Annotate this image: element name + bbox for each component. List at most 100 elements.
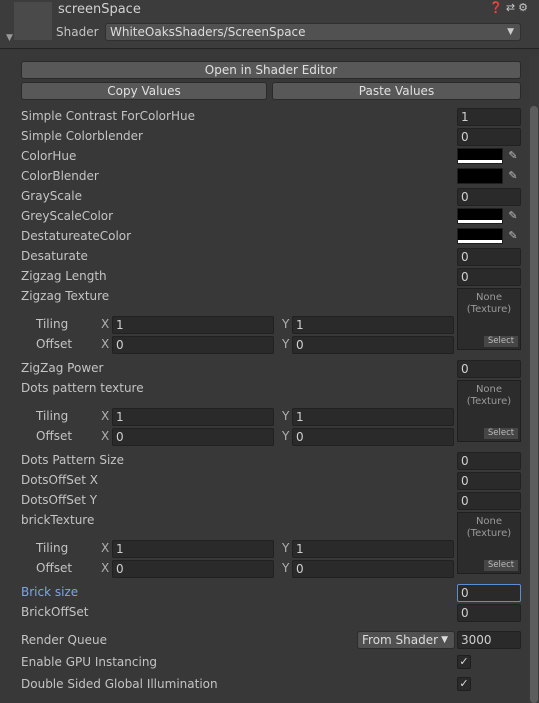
simple-colorblender-label: Simple Colorblender (21, 129, 143, 143)
axis-y-label: Y (282, 337, 290, 351)
help-icon[interactable]: ❓ (489, 1, 506, 14)
destaturate-swatch[interactable] (457, 228, 503, 244)
tiling-label: Tiling (36, 409, 69, 423)
render-queue-label: Render Queue (21, 633, 107, 647)
scrollbar-thumb[interactable] (530, 106, 538, 703)
render-queue-dropdown[interactable]: From Shader ▼ (357, 631, 455, 649)
select-button[interactable]: Select (484, 560, 518, 571)
tiling-x-field[interactable]: 1 (112, 408, 274, 426)
axis-x-label: X (101, 429, 110, 443)
zigzag-length-label: Zigzag Length (21, 269, 107, 283)
eyedropper-icon[interactable]: ✎ (505, 168, 521, 184)
shader-dropdown[interactable]: WhiteOaksShaders/ScreenSpace ▼ (105, 23, 521, 41)
colorblender-label: ColorBlender (21, 169, 99, 183)
tiling-x-field[interactable]: 1 (112, 540, 274, 558)
greyscalecolor-label: GreyScaleColor (21, 209, 114, 223)
axis-x-label: X (101, 337, 110, 351)
dots-size-label: Dots Pattern Size (21, 453, 124, 467)
brick-offset-label: BrickOffSet (21, 605, 89, 619)
zigzag-texture-label: Zigzag Texture (21, 289, 110, 303)
simple-colorblender-field[interactable]: 0 (457, 128, 521, 146)
select-button[interactable]: Select (484, 428, 518, 439)
copy-values-button[interactable]: Copy Values (21, 82, 267, 100)
colorhue-label: ColorHue (21, 149, 77, 163)
brick-offset-field[interactable]: 0 (457, 604, 521, 622)
dots-offx-field[interactable]: 0 (457, 472, 521, 490)
zigzag-power-label: ZigZag Power (21, 361, 104, 375)
brick-texture-slot[interactable]: None (Texture) Select (457, 512, 521, 574)
select-button[interactable]: Select (484, 336, 518, 347)
colorhue-swatch[interactable] (457, 148, 503, 164)
greyscalecolor-swatch[interactable] (457, 208, 503, 224)
dots-offy-label: DotsOffSet Y (21, 493, 98, 507)
divider (0, 48, 539, 49)
open-shader-editor-button[interactable]: Open in Shader Editor (21, 61, 521, 79)
axis-x-label: X (101, 541, 110, 555)
offset-y-field[interactable]: 0 (292, 428, 454, 446)
offset-label: Offset (36, 337, 73, 351)
texture-none-label: None (Texture) (466, 292, 512, 315)
offset-x-field[interactable]: 0 (112, 428, 274, 446)
brick-size-label: Brick size (21, 585, 79, 599)
simple-contrast-field[interactable]: 1 (457, 108, 521, 126)
shader-label: Shader (56, 25, 99, 39)
offset-x-field[interactable]: 0 (112, 336, 274, 354)
double-sided-gi-label: Double Sided Global Illumination (21, 677, 218, 691)
offset-label: Offset (36, 561, 73, 575)
zigzag-power-field[interactable]: 0 (457, 360, 521, 378)
tiling-y-field[interactable]: 1 (292, 316, 454, 334)
dots-texture-label: Dots pattern texture (21, 381, 144, 395)
gear-icon[interactable]: ⚙ (518, 1, 531, 14)
grayscale-field[interactable]: 0 (457, 188, 521, 206)
offset-y-field[interactable]: 0 (292, 336, 454, 354)
axis-y-label: Y (282, 409, 290, 423)
axis-x-label: X (101, 561, 110, 575)
desaturate-label: Desaturate (21, 249, 88, 263)
grayscale-label: GrayScale (21, 189, 82, 203)
zigzag-length-field[interactable]: 0 (457, 268, 521, 286)
presets-icon[interactable]: ⇄ (506, 1, 518, 14)
render-queue-mode: From Shader (362, 633, 439, 647)
offset-y-field[interactable]: 0 (292, 560, 454, 578)
chevron-down-icon: ▼ (507, 27, 514, 37)
shader-value: WhiteOaksShaders/ScreenSpace (110, 25, 306, 39)
dots-offy-field[interactable]: 0 (457, 492, 521, 510)
dots-texture-slot[interactable]: None (Texture) Select (457, 380, 521, 442)
texture-none-label: None (Texture) (466, 384, 512, 407)
offset-x-field[interactable]: 0 (112, 560, 274, 578)
dots-size-field[interactable]: 0 (457, 452, 521, 470)
tiling-y-field[interactable]: 1 (292, 540, 454, 558)
brick-size-field[interactable]: 0 (457, 584, 521, 602)
eyedropper-icon[interactable]: ✎ (505, 228, 521, 244)
eyedropper-icon[interactable]: ✎ (505, 148, 521, 164)
brick-texture-label: brickTexture (21, 513, 95, 527)
axis-x-label: X (101, 409, 110, 423)
axis-x-label: X (101, 317, 110, 331)
chevron-down-icon: ▼ (441, 635, 448, 645)
render-queue-field[interactable]: 3000 (457, 631, 521, 649)
tiling-label: Tiling (36, 541, 69, 555)
offset-label: Offset (36, 429, 73, 443)
tiling-y-field[interactable]: 1 (292, 408, 454, 426)
simple-contrast-label: Simple Contrast ForColorHue (21, 109, 195, 123)
dots-offx-label: DotsOffSet X (21, 473, 98, 487)
header-icons[interactable]: ❓⇄⚙ (489, 1, 531, 14)
gpu-instancing-checkbox[interactable]: ✓ (457, 655, 471, 669)
colorblender-swatch[interactable] (457, 168, 503, 184)
destaturate-label: DestatureateColor (21, 229, 132, 243)
axis-y-label: Y (282, 317, 290, 331)
eyedropper-icon[interactable]: ✎ (505, 208, 521, 224)
axis-y-label: Y (282, 541, 290, 555)
material-preview-icon (14, 2, 52, 40)
tiling-label: Tiling (36, 317, 69, 331)
properties-panel (12, 55, 528, 703)
double-sided-gi-checkbox[interactable]: ✓ (457, 677, 471, 691)
axis-y-label: Y (282, 561, 290, 575)
desaturate-field[interactable]: 0 (457, 248, 521, 266)
paste-values-button[interactable]: Paste Values (272, 82, 521, 100)
tiling-x-field[interactable]: 1 (112, 316, 274, 334)
axis-y-label: Y (282, 429, 290, 443)
foldout-arrow-icon[interactable]: ▼ (6, 33, 13, 43)
texture-none-label: None (Texture) (466, 516, 512, 539)
zigzag-texture-slot[interactable]: None (Texture) Select (457, 288, 521, 350)
